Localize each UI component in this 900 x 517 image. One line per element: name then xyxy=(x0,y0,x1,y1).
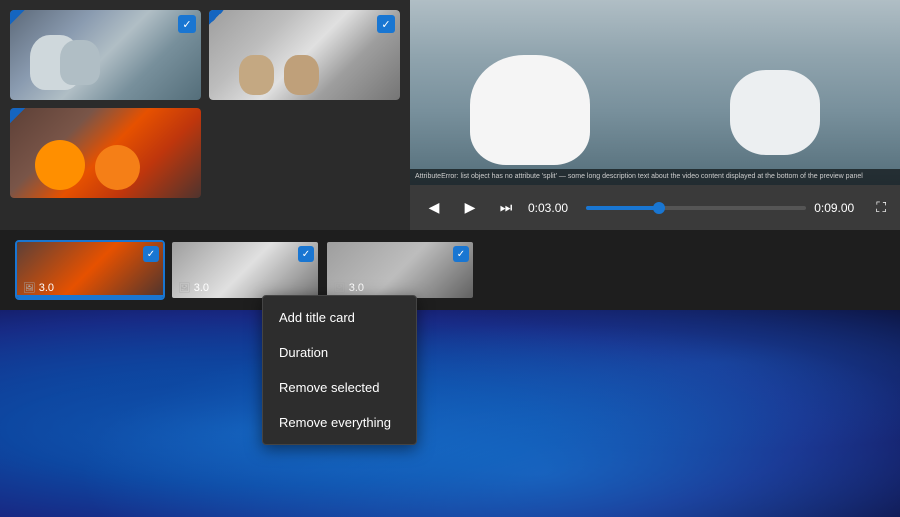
menu-item-remove-everything[interactable]: Remove everything xyxy=(263,405,416,440)
thumbnail-fold-indicator xyxy=(10,10,25,25)
timeline-check-cats2: ✓ xyxy=(453,246,469,262)
timeline-underline xyxy=(17,295,163,298)
thumbnail-panel: ✓ ✓ xyxy=(0,0,410,230)
thumbnail-fold-indicator-3 xyxy=(10,108,25,123)
thumbnail-tigers[interactable] xyxy=(10,108,201,198)
timeline-check-snow-cats: ✓ xyxy=(298,246,314,262)
video-caption: AttributeError: list object has no attri… xyxy=(410,169,900,185)
timeline-duration-value-2: 3.0 xyxy=(194,282,209,294)
timeline-duration-tigers: 🖼 3.0 xyxy=(23,282,54,294)
top-section: ✓ ✓ AttributeError: list object xyxy=(0,0,900,230)
wolf-scene xyxy=(410,0,900,185)
app-container: ✓ ✓ AttributeError: list object xyxy=(0,0,900,310)
timeline-check-tigers: ✓ xyxy=(143,246,159,262)
timeline-duration-value-3: 3.0 xyxy=(349,282,364,294)
timeline-img-icon-3: 🖼 xyxy=(333,283,346,294)
rewind-button[interactable]: ◀ xyxy=(420,194,448,222)
video-controls: ◀ ▶ ⏭ 0:03.00 0:09.00 ⛶ xyxy=(410,185,900,230)
progress-fill xyxy=(586,206,659,210)
current-time: 0:03.00 xyxy=(528,201,578,215)
timeline-duration-snow-cats: 🖼 3.0 xyxy=(178,282,209,294)
thumbnail-fold-indicator-2 xyxy=(209,10,224,25)
play-button[interactable]: ▶ xyxy=(456,194,484,222)
timeline-duration-value-1: 3.0 xyxy=(39,282,54,294)
timeline-img-icon: 🖼 xyxy=(23,283,36,294)
thumbnail-check-snow-cats: ✓ xyxy=(377,15,395,33)
wallpaper-swirl xyxy=(0,297,900,517)
thumbnail-check-wolves: ✓ xyxy=(178,15,196,33)
menu-item-add-title-card[interactable]: Add title card xyxy=(263,300,416,335)
timeline-img-icon-2: 🖼 xyxy=(178,283,191,294)
fullscreen-button[interactable]: ⛶ xyxy=(872,195,890,220)
progress-thumb[interactable] xyxy=(653,202,665,214)
context-menu: Add title card Duration Remove selected … xyxy=(262,295,417,445)
preview-panel: AttributeError: list object has no attri… xyxy=(410,0,900,230)
thumbnail-tigers-image xyxy=(10,108,201,198)
menu-item-remove-selected[interactable]: Remove selected xyxy=(263,370,416,405)
fast-forward-button[interactable]: ⏭ xyxy=(492,194,520,222)
menu-item-duration[interactable]: Duration xyxy=(263,335,416,370)
progress-bar[interactable] xyxy=(586,206,806,210)
progress-container[interactable] xyxy=(586,206,806,210)
video-preview: AttributeError: list object has no attri… xyxy=(410,0,900,185)
total-time: 0:09.00 xyxy=(814,201,864,215)
thumbnail-snow-cats[interactable]: ✓ xyxy=(209,10,400,100)
thumbnail-wolves-image: ✓ xyxy=(10,10,201,100)
timeline-item-snow-cats[interactable]: ✓ 🖼 3.0 xyxy=(170,240,320,300)
timeline-item-cats2[interactable]: ✓ 🖼 3.0 xyxy=(325,240,475,300)
timeline-item-tigers[interactable]: ✓ 🖼 3.0 xyxy=(15,240,165,300)
timeline-strip: ✓ 🖼 3.0 ✓ 🖼 3.0 ✓ 🖼 3.0 xyxy=(0,230,900,310)
thumbnail-wolves[interactable]: ✓ xyxy=(10,10,201,100)
thumbnail-snow-cats-image: ✓ xyxy=(209,10,400,100)
timeline-duration-cats2: 🖼 3.0 xyxy=(333,282,364,294)
